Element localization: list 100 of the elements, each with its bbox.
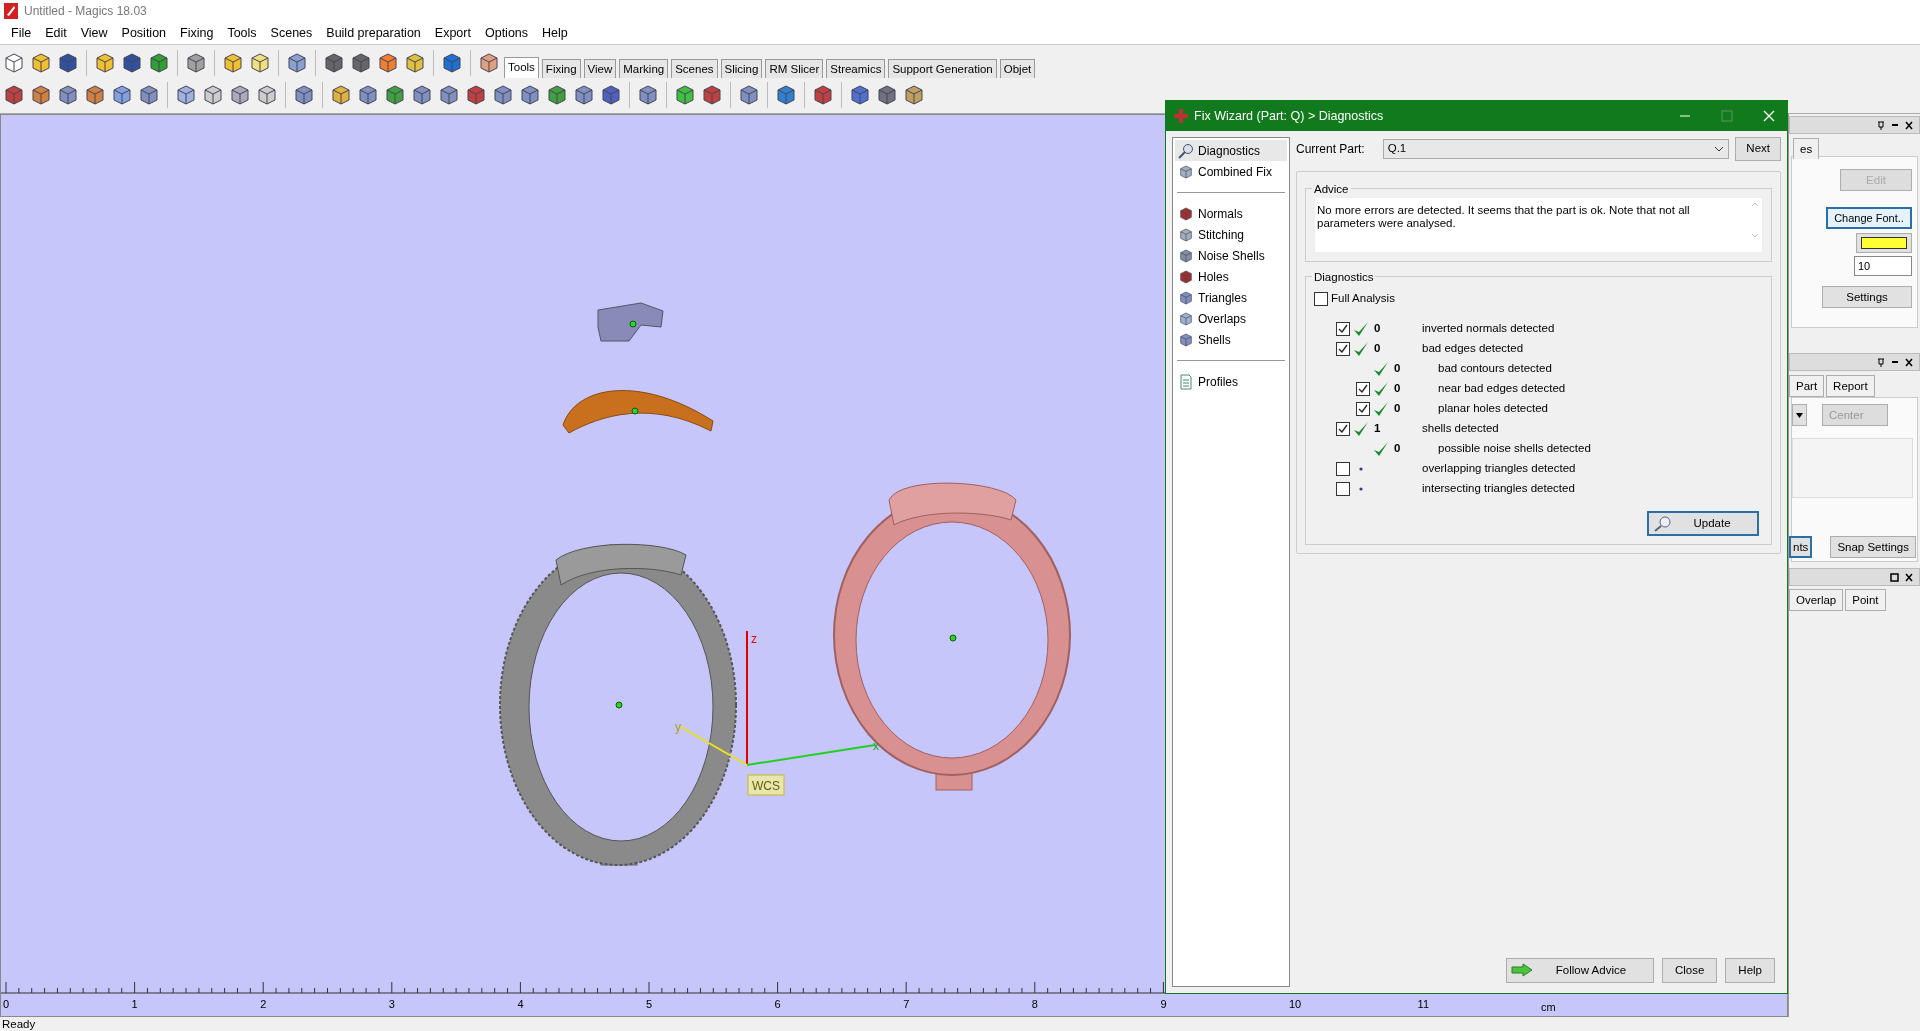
ruler-label: 5 — [646, 997, 653, 1012]
tool-icon[interactable] — [464, 83, 488, 107]
tool-icon[interactable] — [700, 83, 724, 107]
cube-icon — [1178, 310, 1194, 327]
color-swatch[interactable] — [1856, 233, 1912, 253]
tool-icon[interactable] — [174, 83, 198, 107]
tool-icon[interactable] — [410, 83, 434, 107]
toolbar-tab[interactable]: Slicing — [720, 58, 763, 78]
panel-tab[interactable]: Part — [1789, 375, 1825, 397]
toolbar-tab[interactable]: Scenes — [671, 58, 718, 78]
nav-item[interactable]: Profiles — [1175, 371, 1287, 392]
tool-icon[interactable] — [56, 83, 80, 107]
tool-icon[interactable] — [572, 83, 596, 107]
nav-item[interactable]: Holes — [1175, 266, 1287, 287]
checkbox[interactable] — [1356, 382, 1370, 396]
menu-item[interactable]: Position — [114, 23, 174, 43]
close-icon[interactable] — [1905, 120, 1913, 130]
toolbar-button[interactable]: nts — [1789, 536, 1813, 558]
panel-tab[interactable]: Point — [1845, 589, 1886, 611]
toolbar-tab[interactable]: Marking — [619, 58, 669, 78]
checkbox[interactable] — [1356, 402, 1370, 416]
menu-item[interactable]: Fixing — [173, 23, 221, 43]
checkbox[interactable] — [1336, 482, 1350, 496]
tool-icon[interactable] — [673, 83, 697, 107]
menu-item[interactable]: Tools — [220, 23, 264, 43]
toolbar-tab[interactable]: View — [583, 58, 617, 78]
menu-item[interactable]: Build preparation — [319, 23, 428, 43]
toolbar-tab[interactable]: Fixing — [541, 58, 581, 78]
tool-icon[interactable] — [774, 83, 798, 107]
nav-item[interactable]: Normals — [1175, 203, 1287, 224]
tool-icon[interactable] — [228, 83, 252, 107]
tool-icon[interactable] — [2, 83, 26, 107]
tool-icon[interactable] — [545, 83, 569, 107]
nav-item[interactable]: Overlaps — [1175, 308, 1287, 329]
toolbar-tab[interactable]: Tools — [504, 56, 539, 78]
pin-icon[interactable] — [1877, 357, 1885, 367]
checkbox[interactable] — [1336, 422, 1350, 436]
tool-icon[interactable] — [255, 83, 279, 107]
menu-item[interactable]: View — [73, 23, 115, 43]
tool-icon[interactable] — [848, 83, 872, 107]
checkbox[interactable] — [1336, 322, 1350, 336]
menu-item[interactable]: Scenes — [263, 23, 320, 43]
tool-icon[interactable] — [518, 83, 542, 107]
close-icon[interactable] — [1905, 572, 1913, 582]
panel-tab[interactable]: Overlap — [1789, 589, 1844, 611]
menu-item[interactable]: Options — [477, 23, 536, 43]
menu-item[interactable]: File — [4, 23, 39, 43]
settings-button[interactable]: Settings — [1822, 286, 1912, 308]
nav-item[interactable]: Diagnostics — [1175, 140, 1287, 161]
tool-icon[interactable] — [737, 83, 761, 107]
checkbox[interactable] — [1336, 462, 1350, 476]
tool-icon[interactable] — [811, 83, 835, 107]
tool-icon[interactable] — [110, 83, 134, 107]
toolbar-tab[interactable]: Streamics — [826, 58, 886, 78]
diagnostic-label: bad edges detected — [1422, 341, 1524, 357]
tool-icon[interactable] — [83, 83, 107, 107]
help-button[interactable]: Help — [1725, 957, 1775, 983]
dropdown-arrow-button[interactable] — [1792, 404, 1807, 426]
nav-item[interactable]: Noise Shells — [1175, 245, 1287, 266]
nav-item[interactable]: Stitching — [1175, 224, 1287, 245]
checkbox[interactable] — [1314, 292, 1328, 306]
close-icon[interactable] — [1905, 357, 1913, 367]
update-button[interactable]: Update — [1647, 511, 1759, 537]
panel-tab[interactable]: Report — [1826, 375, 1875, 397]
part-dropdown[interactable]: Q.1 — [1382, 139, 1730, 159]
menu-item[interactable]: Export — [427, 23, 478, 43]
tool-icon[interactable] — [902, 83, 926, 107]
panel-tab[interactable]: es — [1793, 138, 1820, 159]
toolbar-tab[interactable]: RM Slicer — [765, 58, 824, 78]
tool-icon[interactable] — [292, 83, 316, 107]
next-button[interactable]: Next — [1735, 137, 1781, 161]
snap-settings-button[interactable]: Snap Settings — [1830, 536, 1916, 558]
change-font-button[interactable]: Change Font.. — [1826, 207, 1912, 229]
nav-item[interactable]: Triangles — [1175, 287, 1287, 308]
font-size-field[interactable]: 10 — [1854, 256, 1912, 276]
tool-icon[interactable] — [383, 83, 407, 107]
tool-icon[interactable] — [137, 83, 161, 107]
close-button[interactable]: Close — [1661, 957, 1718, 983]
nav-item[interactable]: Combined Fix — [1175, 161, 1287, 182]
scrollbar[interactable] — [1750, 200, 1760, 240]
maximize-icon[interactable] — [1890, 572, 1899, 582]
tool-icon[interactable] — [599, 83, 623, 107]
toolbar-tab[interactable]: Objet — [999, 58, 1036, 78]
tool-icon[interactable] — [437, 83, 461, 107]
tool-icon[interactable] — [491, 83, 515, 107]
diagnostic-label: possible noise shells detected — [1438, 441, 1591, 457]
menu-item[interactable]: Edit — [38, 23, 74, 43]
tool-icon[interactable] — [356, 83, 380, 107]
pin-icon[interactable] — [1877, 120, 1885, 130]
menu-item[interactable]: Help — [535, 23, 575, 43]
follow-advice-button[interactable]: Follow Advice — [1505, 957, 1654, 983]
nav-item[interactable]: Shells — [1175, 329, 1287, 350]
tool-icon[interactable] — [29, 83, 53, 107]
checkbox[interactable] — [1336, 342, 1350, 356]
tool-icon[interactable] — [329, 83, 353, 107]
tool-icon[interactable] — [636, 83, 660, 107]
app-logo-icon — [4, 3, 18, 19]
tool-icon[interactable] — [875, 83, 899, 107]
toolbar-tab[interactable]: Support Generation — [888, 58, 997, 78]
tool-icon[interactable] — [201, 83, 225, 107]
